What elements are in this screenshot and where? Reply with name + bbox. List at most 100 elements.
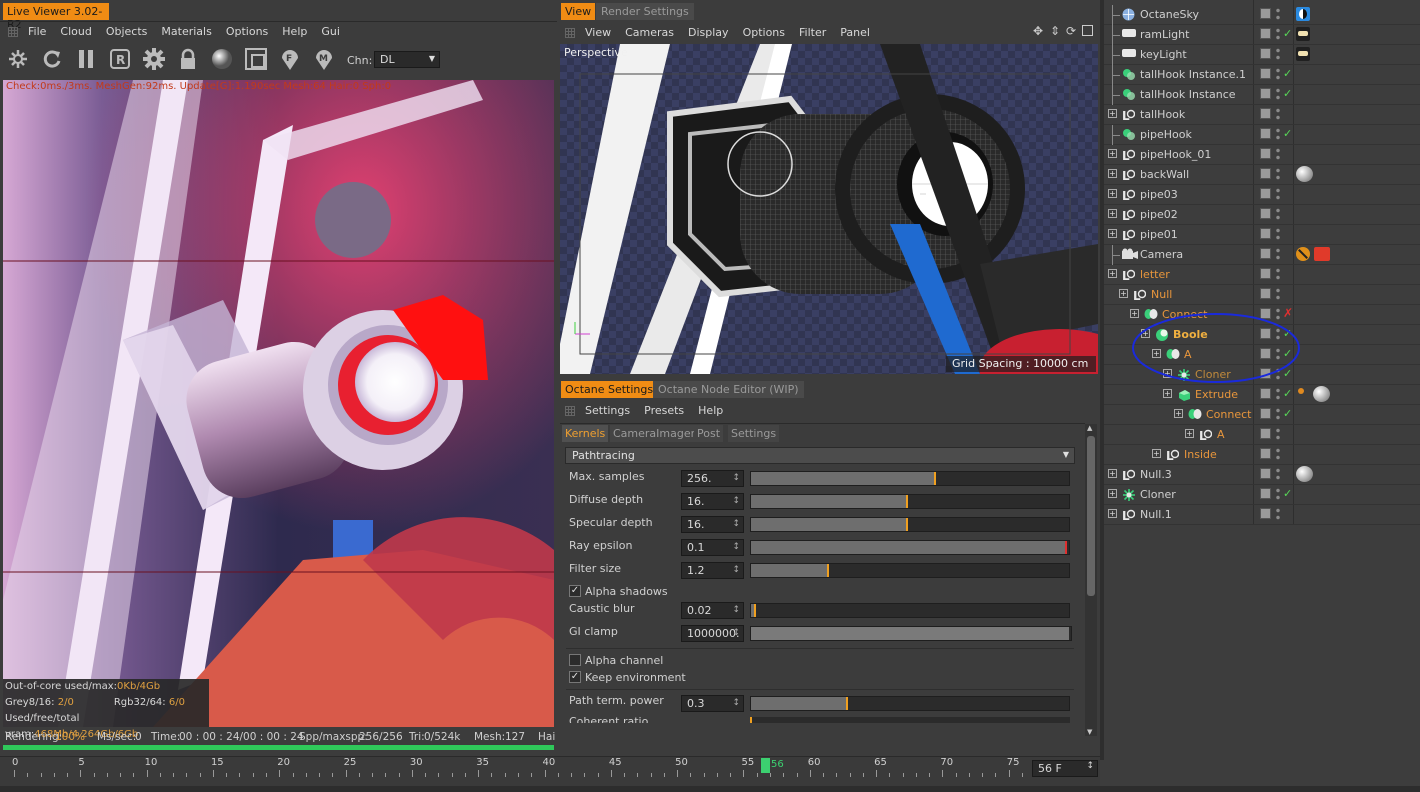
sun-icon[interactable] (5, 46, 31, 72)
menu-settings[interactable]: Settings (585, 404, 630, 417)
specular-depth-field[interactable]: 16. (681, 516, 744, 533)
caustic-blur-field[interactable]: 0.02 (681, 602, 744, 619)
expand-toggle-icon[interactable]: + (1119, 289, 1128, 298)
object-row[interactable]: + L A (1104, 425, 1420, 445)
object-name[interactable]: Null.1 (1140, 508, 1172, 521)
menu-cloud[interactable]: Cloud (60, 25, 91, 38)
render-visibility-icon[interactable] (1276, 247, 1280, 261)
subtab-kernels[interactable]: Kernels (562, 425, 609, 442)
object-name[interactable]: Null.3 (1140, 468, 1172, 481)
diffuse-depth-field[interactable]: 16. (681, 493, 744, 510)
pick-focus-icon[interactable]: F (277, 46, 303, 72)
object-name[interactable]: pipeHook (1140, 128, 1192, 141)
menu-filter[interactable]: Filter (799, 26, 826, 39)
region-icon[interactable]: R (107, 46, 133, 72)
coherent-ratio-slider[interactable] (750, 717, 1070, 723)
scroll-thumb[interactable] (1087, 436, 1095, 596)
object-row[interactable]: + Cloner ✓ (1104, 485, 1420, 505)
menu-file[interactable]: File (28, 25, 46, 38)
filter-size-slider[interactable] (750, 563, 1070, 578)
enabled-check-icon[interactable]: ✓ (1283, 407, 1292, 420)
menu-materials[interactable]: Materials (161, 25, 211, 38)
expand-toggle-icon[interactable]: + (1108, 189, 1117, 198)
menu-viewport-options[interactable]: Options (743, 26, 785, 39)
render-visibility-icon[interactable] (1276, 147, 1280, 161)
object-name[interactable]: Null (1151, 288, 1172, 301)
render-visibility-icon[interactable] (1276, 267, 1280, 281)
live-viewer-title-tab[interactable]: Live Viewer 3.02-R2 (3, 3, 109, 31)
expand-toggle-icon[interactable]: + (1163, 389, 1172, 398)
enabled-check-icon[interactable]: ✓ (1283, 387, 1292, 400)
object-row[interactable]: + Lpipe02 (1104, 205, 1420, 225)
frame-field[interactable]: 56 F ↕ (1032, 760, 1098, 777)
alpha-shadows-checkbox[interactable]: ✓ (569, 585, 581, 597)
object-row[interactable]: + LbackWall (1104, 165, 1420, 185)
expand-toggle-icon[interactable]: + (1108, 149, 1117, 158)
octane-camera-tag-icon[interactable] (1314, 247, 1330, 261)
menu-options[interactable]: Options (226, 25, 268, 38)
render-visibility-icon[interactable] (1276, 27, 1280, 41)
editor-visibility-icon[interactable] (1260, 288, 1271, 299)
editor-visibility-icon[interactable] (1260, 448, 1271, 459)
expand-toggle-icon[interactable]: + (1108, 469, 1117, 478)
object-row[interactable]: keyLight (1104, 45, 1420, 65)
object-row[interactable]: + L Null (1104, 285, 1420, 305)
light-tag-icon[interactable] (1296, 27, 1310, 41)
tab-octane-node-editor[interactable]: Octane Node Editor (WIP) (653, 381, 804, 398)
object-row[interactable]: tallHook Instance ✓ (1104, 85, 1420, 105)
pick-material-icon[interactable]: M (311, 46, 337, 72)
editor-visibility-icon[interactable] (1260, 508, 1271, 519)
enabled-check-icon[interactable]: ✓ (1283, 27, 1292, 40)
timeline-ruler[interactable]: 0 5 10 15 20 25 30 35 40 45 50 55 60 65 70 75 (10, 757, 1037, 781)
editor-visibility-icon[interactable] (1260, 428, 1271, 439)
menu-panel[interactable]: Panel (840, 26, 870, 39)
object-name[interactable]: pipe01 (1140, 228, 1178, 241)
focus-icon[interactable] (243, 46, 269, 72)
menu-display[interactable]: Display (688, 26, 729, 39)
channel-select[interactable]: DL ▼ (374, 51, 440, 68)
object-name[interactable]: Inside (1184, 448, 1217, 461)
specular-depth-slider[interactable] (750, 517, 1070, 532)
expand-toggle-icon[interactable]: + (1108, 509, 1117, 518)
viewport-canvas[interactable] (560, 44, 1098, 374)
render-visibility-icon[interactable] (1276, 127, 1280, 141)
max-samples-slider[interactable] (750, 471, 1070, 486)
object-row[interactable]: tallHook Instance.1 ✓ (1104, 65, 1420, 85)
object-name[interactable]: Camera (1140, 248, 1183, 261)
object-name[interactable]: pipe03 (1140, 188, 1178, 201)
editor-visibility-icon[interactable] (1260, 168, 1271, 179)
object-row[interactable]: pipeHook ✓ (1104, 125, 1420, 145)
render-visibility-icon[interactable] (1276, 407, 1280, 421)
expand-toggle-icon[interactable]: + (1108, 269, 1117, 278)
alpha-channel-checkbox[interactable] (569, 654, 581, 666)
object-row[interactable]: + Lletter (1104, 265, 1420, 285)
protection-tag-icon[interactable] (1296, 247, 1310, 261)
material-tag-icon[interactable] (1296, 166, 1313, 182)
expand-toggle-icon[interactable]: + (1108, 489, 1117, 498)
render-visibility-icon[interactable] (1276, 167, 1280, 181)
editor-visibility-icon[interactable] (1260, 388, 1271, 399)
render-visibility-icon[interactable] (1276, 207, 1280, 221)
object-row[interactable]: + Lpipe03 (1104, 185, 1420, 205)
editor-visibility-icon[interactable] (1260, 188, 1271, 199)
render-visibility-icon[interactable] (1276, 387, 1280, 401)
tab-view[interactable]: View (561, 3, 596, 20)
render-visibility-icon[interactable] (1276, 187, 1280, 201)
tab-render-settings[interactable]: Render Settings (596, 3, 694, 20)
light-tag-icon[interactable] (1296, 47, 1310, 61)
expand-toggle-icon[interactable]: + (1108, 169, 1117, 178)
keep-environment-checkbox[interactable]: ✓ (569, 671, 581, 683)
object-row[interactable]: + LpipeHook_01 (1104, 145, 1420, 165)
menu-cameras[interactable]: Cameras (625, 26, 674, 39)
object-row[interactable]: + Extrude ✓ (1104, 385, 1420, 405)
render-visibility-icon[interactable] (1276, 467, 1280, 481)
refresh-icon[interactable] (39, 46, 65, 72)
render-visibility-icon[interactable] (1276, 427, 1280, 441)
object-row[interactable]: + Lpipe01 (1104, 225, 1420, 245)
object-name[interactable]: A (1217, 428, 1225, 441)
editor-visibility-icon[interactable] (1260, 208, 1271, 219)
object-name[interactable]: Cloner (1140, 488, 1176, 501)
zoom-view-icon[interactable]: ⇕ (1050, 24, 1060, 38)
render-visibility-icon[interactable] (1276, 447, 1280, 461)
object-row[interactable]: + L Null.1 (1104, 505, 1420, 525)
